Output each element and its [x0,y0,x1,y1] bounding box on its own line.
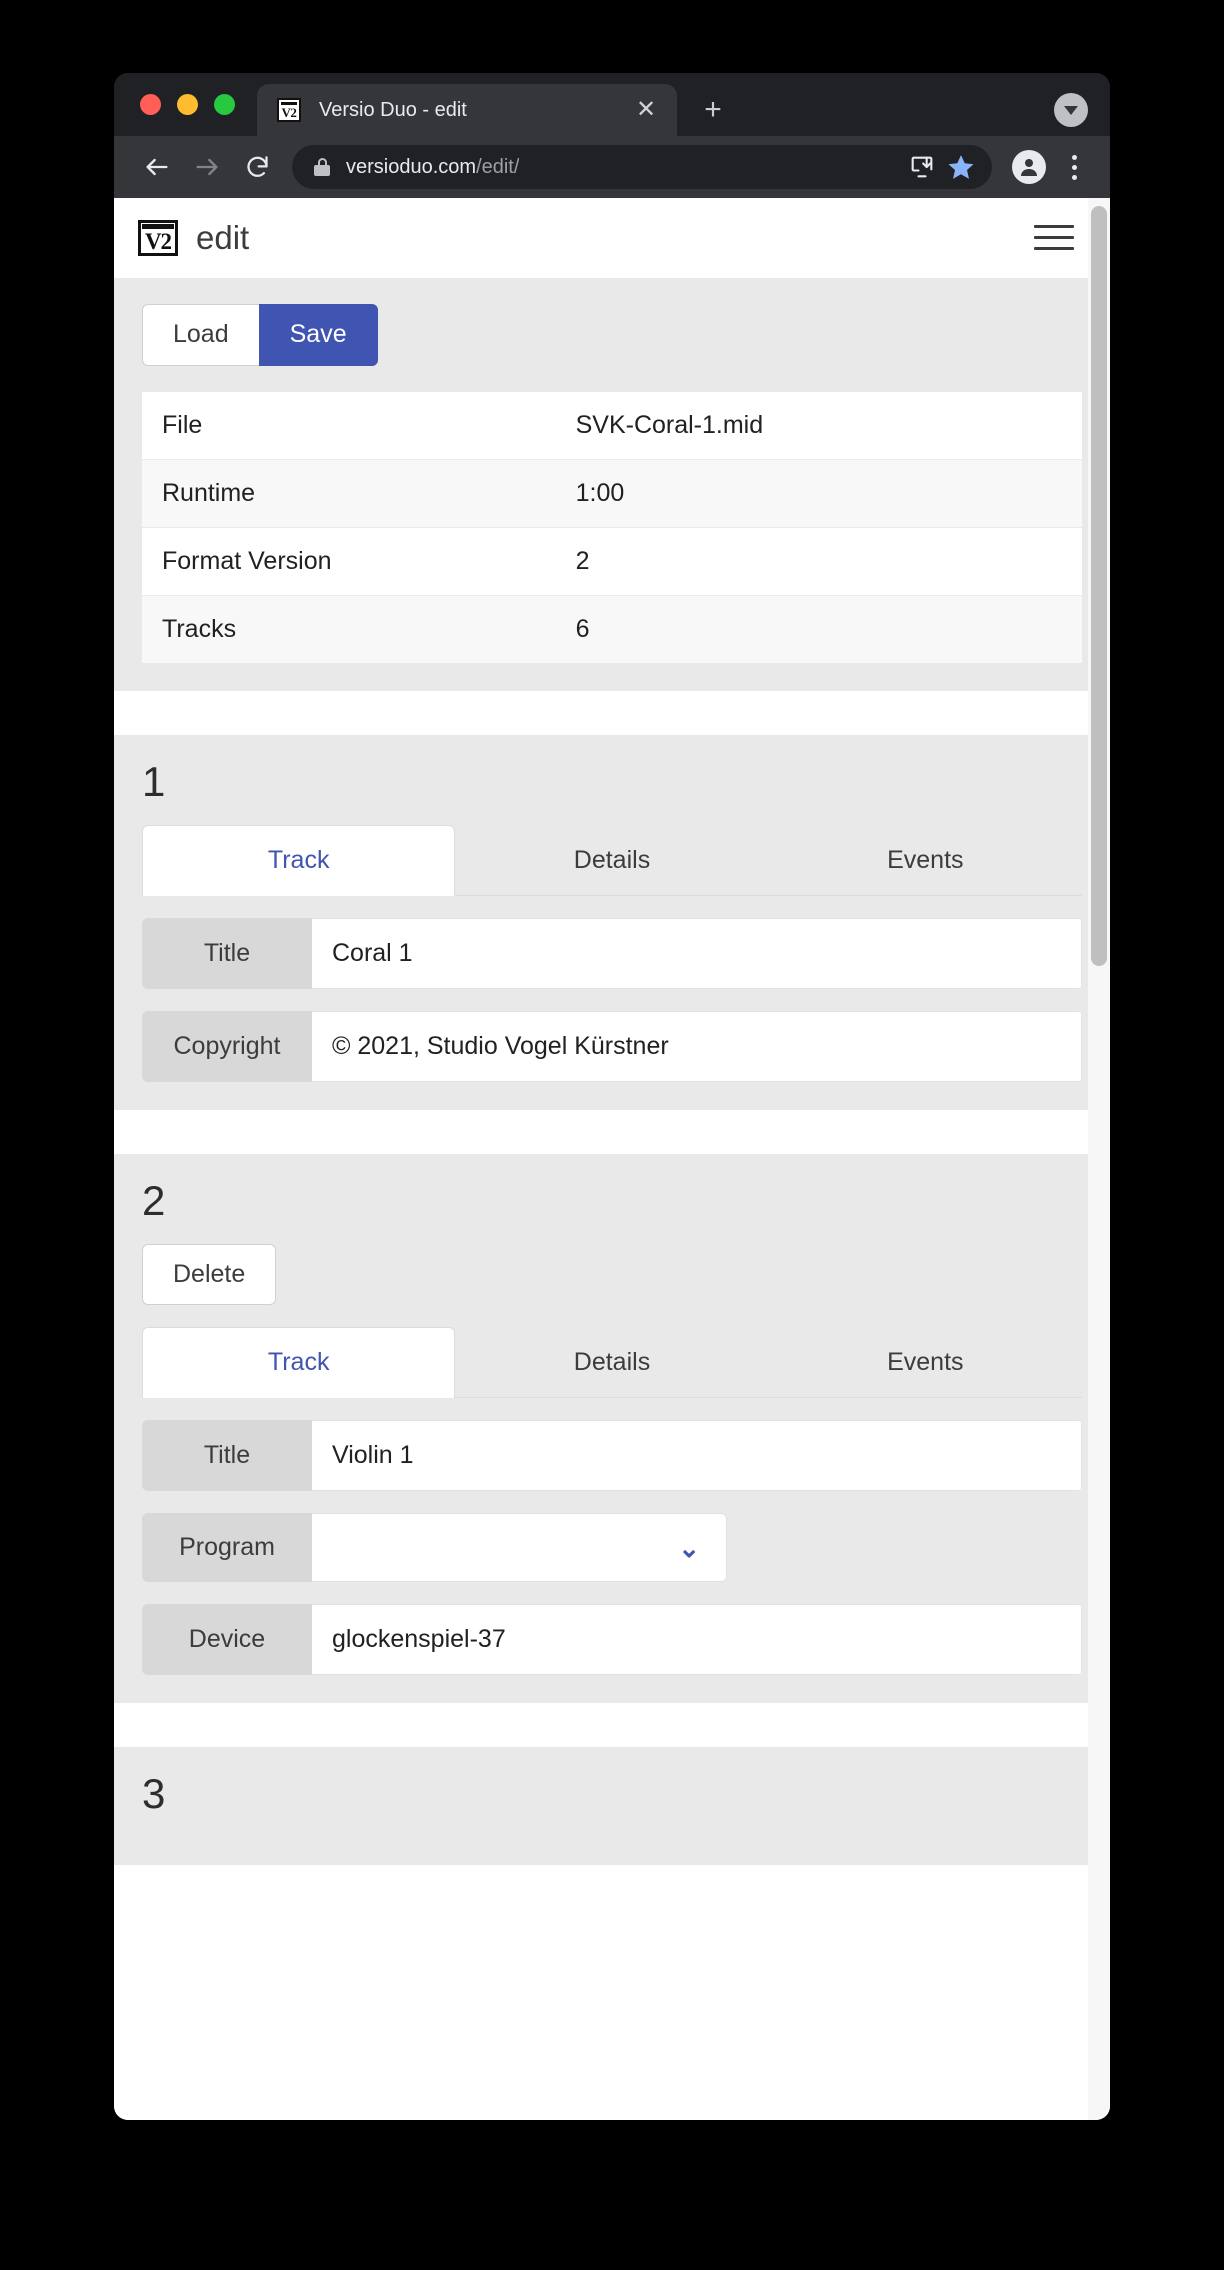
info-key: Format Version [142,527,556,596]
field-label: Title [142,1420,312,1491]
tab-track[interactable]: Track [142,824,456,896]
save-button[interactable]: Save [258,304,378,366]
title-input[interactable]: Coral 1 [312,917,1082,989]
track-number: 1 [142,757,166,805]
v2-logo-icon: V2 [138,219,178,256]
file-actions: Load Save [142,304,1082,366]
window-traffic-lights [114,73,257,136]
kebab-menu-icon[interactable] [1054,145,1094,189]
app-header: V2 edit [114,198,1110,278]
omnibox-actions [908,152,976,182]
tab-events[interactable]: Events [769,825,1082,895]
field-label: Copyright [142,1010,312,1082]
close-window-button[interactable] [140,94,161,115]
field-copyright: Copyright © 2021, Studio Vogel Kürstner [142,1010,1082,1082]
url-text: versioduo.com/edit/ [346,156,519,179]
device-input[interactable]: glockenspiel-37 [312,1604,1082,1675]
chevron-down-icon: ⌄ [678,1532,700,1563]
table-row: Tracks 6 [142,595,1082,663]
info-key: Tracks [162,614,237,643]
field-title: Title Violin 1 [142,1420,1082,1491]
reload-icon[interactable] [234,144,280,190]
back-arrow-icon[interactable] [134,144,180,190]
field-program: Program ⌄ [142,1513,1082,1582]
section-separator [114,1703,1110,1747]
address-bar[interactable]: versioduo.com/edit/ [292,145,992,189]
v2-logo-icon: V2 [277,98,301,122]
track-panel-3: 3 [114,1747,1110,1865]
star-icon[interactable] [946,152,976,182]
field-label: Title [142,917,312,989]
profile-avatar-icon[interactable] [1012,150,1046,184]
copyright-input[interactable]: © 2021, Studio Vogel Kürstner [312,1010,1082,1082]
file-panel: Load Save File SVK-Coral-1.mid Runtime 1… [114,278,1110,691]
scrollbar-thumb[interactable] [1091,206,1107,966]
info-key: File [142,391,556,460]
track-tabs: Track Details Events [142,824,1082,896]
hamburger-menu-icon[interactable] [1034,221,1074,255]
app-logo-label: V2 [144,228,172,254]
info-value: 6 [575,614,590,643]
info-value: 1:00 [555,459,1082,528]
page-scrollbar[interactable] [1088,198,1110,2120]
tab-details[interactable]: Details [455,825,768,895]
track-panel-2: 2 Delete Track Details Events Title Viol… [114,1153,1110,1703]
field-label: Device [142,1604,312,1675]
browser-toolbar: versioduo.com/edit/ [114,136,1110,198]
page-title: edit [196,218,250,256]
track-number: 3 [142,1770,166,1817]
table-row: File SVK-Coral-1.mid [142,391,1082,460]
url-path: /edit/ [476,155,520,178]
load-button[interactable]: Load [142,304,260,366]
track-number: 2 [142,1176,166,1224]
install-app-icon[interactable] [908,153,936,181]
tab-details[interactable]: Details [455,1327,768,1397]
plus-icon[interactable]: + [691,88,735,132]
field-label: Program [142,1513,312,1582]
web-page: V2 edit Load Save File SVK-Coral-1.mid R… [114,198,1110,2120]
chevron-down-circle-icon[interactable] [1054,93,1088,127]
browser-tab[interactable]: V2 Versio Duo - edit ✕ [257,84,677,136]
tab-favicon-label: V2 [281,104,297,120]
maximize-window-button[interactable] [214,94,235,115]
delete-button[interactable]: Delete [142,1243,277,1305]
url-domain: versioduo.com [346,155,477,178]
browser-window: V2 Versio Duo - edit ✕ + versioduo.com/e… [114,73,1110,2120]
field-device: Device glockenspiel-37 [142,1604,1082,1675]
info-value: SVK-Coral-1.mid [555,391,1082,460]
tab-title: Versio Duo - edit [319,98,467,121]
forward-arrow-icon[interactable] [184,144,230,190]
tab-strip: V2 Versio Duo - edit ✕ + [114,73,1110,136]
page-viewport: V2 edit Load Save File SVK-Coral-1.mid R… [114,198,1110,2120]
lock-icon [314,158,330,176]
file-info-table: File SVK-Coral-1.mid Runtime 1:00 Format… [142,391,1082,663]
table-row: Runtime 1:00 [142,459,1082,528]
track-panel-1: 1 Track Details Events Title Coral 1 Cop… [114,734,1110,1110]
info-value: 2 [555,527,1082,596]
track-tabs: Track Details Events [142,1327,1082,1398]
info-key: Runtime [142,459,556,528]
table-row: Format Version 2 [142,527,1082,596]
minimize-window-button[interactable] [177,94,198,115]
tab-events[interactable]: Events [769,1327,1082,1397]
close-icon[interactable]: ✕ [629,93,663,127]
program-select[interactable]: ⌄ [312,1513,727,1582]
field-title: Title Coral 1 [142,917,1082,989]
section-separator [114,690,1110,735]
title-input[interactable]: Violin 1 [312,1420,1082,1491]
section-separator [114,1109,1110,1154]
tab-track[interactable]: Track [142,1327,456,1398]
